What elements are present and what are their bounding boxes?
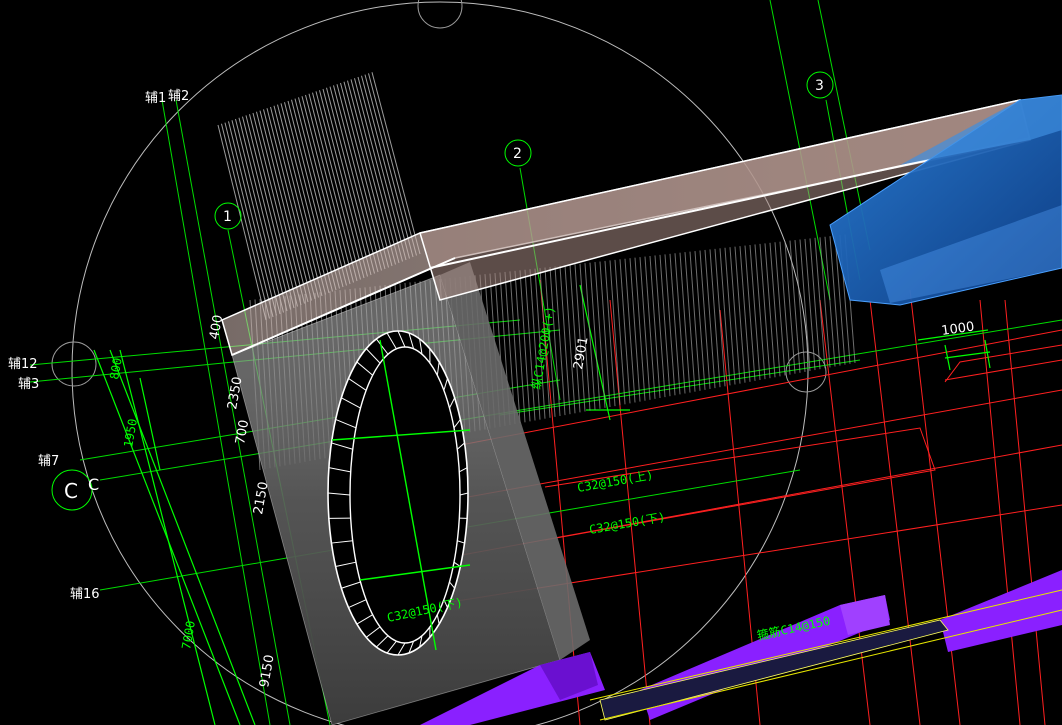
dim-9150: 9150 — [257, 653, 278, 688]
axis-label-1: 1 — [223, 209, 232, 225]
dim-2901: 2901 — [571, 335, 592, 370]
rebar-label-c32-upper: C32@150(上) — [576, 468, 654, 495]
cad-3d-viewport[interactable]: 辅1 辅2 辅12 辅3 辅7 辅16 C C 1 2 3 400 800 19… — [0, 0, 1062, 725]
axis-label-aux1: 辅1 — [145, 91, 166, 106]
dim-2150: 2150 — [251, 480, 272, 515]
axis-label-aux7: 辅7 — [38, 454, 59, 469]
axis-label-c: C — [64, 479, 78, 503]
axis-label-aux16: 辅16 — [70, 587, 100, 602]
dim-1950: 1950 — [121, 418, 140, 449]
axis-label-3: 3 — [815, 78, 824, 94]
reference-circle-node-top — [417, 0, 463, 29]
axis-label-2: 2 — [513, 146, 522, 162]
dim-2350: 2350 — [225, 375, 246, 410]
dim-800: 800 — [107, 357, 125, 381]
reference-circle-node-right — [785, 351, 827, 393]
model-canvas[interactable]: 辅1 辅2 辅12 辅3 辅7 辅16 C C 1 2 3 400 800 19… — [0, 0, 1062, 725]
axis-label-c-small: C — [88, 475, 99, 494]
rebar-label-c32-lower: C32@150(下) — [588, 510, 666, 537]
axis-label-aux12: 辅12 — [8, 357, 38, 372]
dim-1000: 1000 — [940, 320, 975, 339]
axis-label-aux3: 辅3 — [18, 377, 39, 392]
dim-700: 700 — [233, 419, 252, 446]
dim-400: 400 — [207, 314, 226, 341]
axis-label-aux2: 辅2 — [168, 89, 189, 104]
